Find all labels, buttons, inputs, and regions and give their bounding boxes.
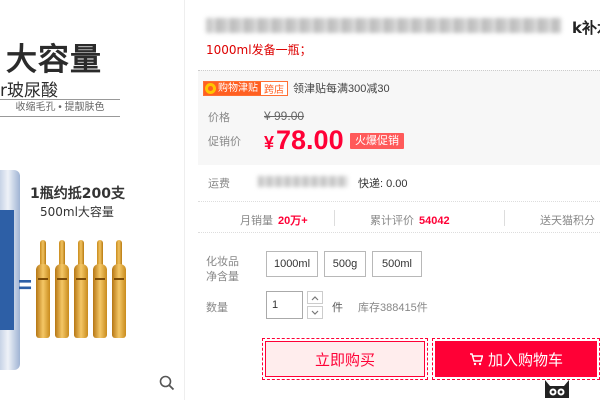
chevron-up-icon <box>311 295 319 300</box>
quantity-increase-button[interactable] <box>307 291 323 304</box>
image-subheadline: r玻尿酸 <box>0 81 58 101</box>
monthly-sales: 月销量 20万+ <box>240 212 308 228</box>
add-to-cart-frame: 加入购物车 <box>432 338 600 380</box>
shopping-allowance-badge[interactable]: 购物津贴 跨店 <box>203 80 288 96</box>
coin-icon <box>205 82 216 94</box>
quantity-unit: 件 <box>332 302 343 314</box>
review-count-value: 54042 <box>419 215 450 227</box>
image-promo-line1: 1瓶约抵200支 <box>30 186 125 202</box>
sale-price: ¥ 78.00 <box>264 125 344 156</box>
promotion-row: 购物津贴 跨店 领津贴每满300减30 <box>203 80 390 96</box>
hot-promotion-tag: 火爆促销 <box>350 133 404 149</box>
bottle-graphic <box>0 170 20 370</box>
badge-secondary-label: 跨店 <box>264 84 284 96</box>
badge-primary-label: 购物津贴 <box>218 82 258 94</box>
add-to-cart-label: 加入购物车 <box>487 350 563 369</box>
ampoules-graphic <box>36 238 136 338</box>
promotion-text[interactable]: 领津贴每满300减30 <box>293 80 390 96</box>
image-headline: 大容量 <box>6 42 102 78</box>
quantity-label: 数量 <box>206 302 228 314</box>
image-tagline: 收缩毛孔 • 提靓肤色 <box>0 99 120 117</box>
cart-icon <box>469 352 483 365</box>
blurred-title <box>206 18 561 33</box>
monthly-sales-label: 月销量 <box>240 215 273 227</box>
tmall-points: 送天猫积分3 <box>540 212 600 228</box>
original-price-label: 价格 <box>208 112 230 124</box>
search-icon[interactable] <box>159 375 175 391</box>
tmall-cat-icon <box>542 374 572 400</box>
sale-price-value: 78.00 <box>276 125 344 155</box>
monthly-sales-value: 20万+ <box>278 215 308 227</box>
spec-option-1000ml[interactable]: 1000ml <box>266 251 318 277</box>
equals-sign: = <box>18 272 33 299</box>
review-count-label: 累计评价 <box>370 215 414 227</box>
shipping-fee: 快递: 0.00 <box>358 178 408 190</box>
tmall-points-label: 送天猫积分 <box>540 215 595 227</box>
stock-count: 库存388415件 <box>358 302 428 314</box>
add-to-cart-button[interactable]: 加入购物车 <box>435 341 597 377</box>
product-image[interactable]: 大容量 r玻尿酸 收缩毛孔 • 提靓肤色 = 1瓶约抵200支 500ml大容量 <box>0 0 185 400</box>
sale-price-label: 促销价 <box>208 136 241 148</box>
product-title: k补水 <box>206 16 600 37</box>
spec-option-500ml[interactable]: 500ml <box>372 251 422 277</box>
shipping-label: 运费 <box>208 178 230 190</box>
buy-now-frame: 立即购买 <box>262 338 428 380</box>
shipping-row: 运费 快递: 0.00 <box>198 172 600 192</box>
spec-option-500g[interactable]: 500g <box>324 251 366 277</box>
spec-label: 化妆品净含量 <box>206 256 239 283</box>
quantity-decrease-button[interactable] <box>307 306 323 319</box>
image-promo-line2: 500ml大容量 <box>40 205 114 219</box>
product-subtitle: 1000ml发备一瓶； <box>206 43 312 57</box>
price-panel: 购物津贴 跨店 领津贴每满300减30 价格 ¥ 99.00 促销价 ¥ 78.… <box>198 70 600 165</box>
review-count[interactable]: 累计评价 54042 <box>370 212 450 228</box>
title-tail: k补水 <box>572 19 600 37</box>
blurred-location[interactable] <box>258 176 348 187</box>
original-price: ¥ 99.00 <box>264 109 305 123</box>
currency-symbol: ¥ <box>264 133 275 153</box>
quantity-input[interactable] <box>266 291 303 319</box>
buy-now-button[interactable]: 立即购买 <box>265 341 425 377</box>
sales-stats: 月销量 20万+ 累计评价 54042 送天猫积分3 <box>198 201 600 233</box>
chevron-down-icon <box>311 310 319 315</box>
product-info: k补水 1000ml发备一瓶； 购物津贴 跨店 领津贴每满300减30 价格 ¥… <box>198 0 600 400</box>
